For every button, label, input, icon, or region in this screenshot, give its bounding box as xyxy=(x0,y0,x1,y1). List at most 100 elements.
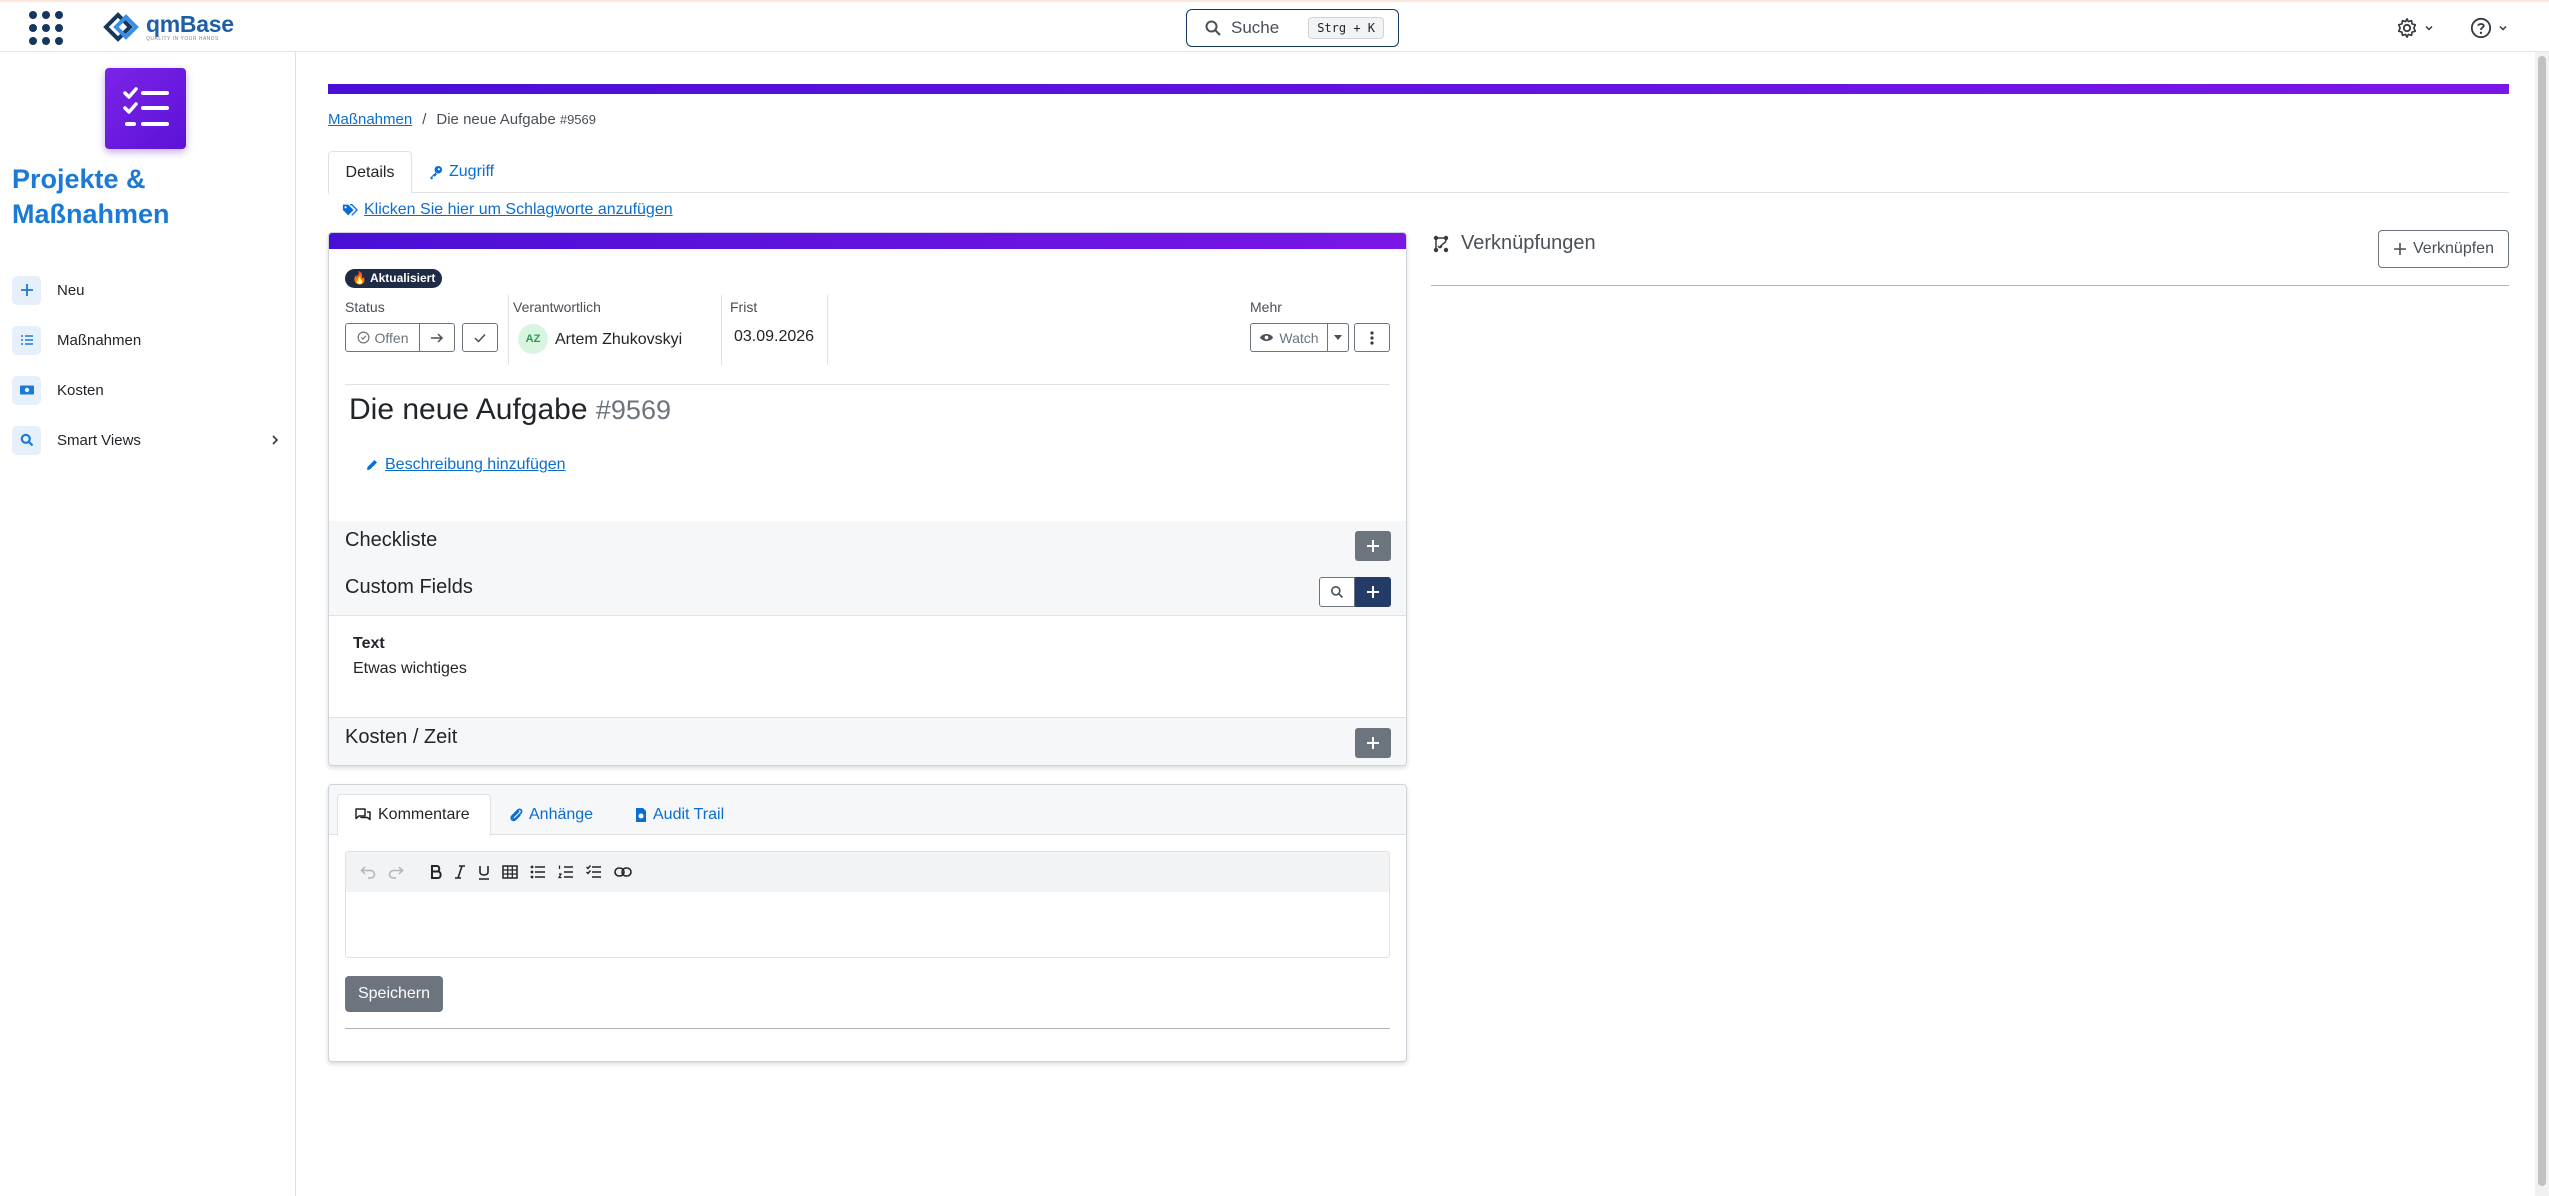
search-custom-fields-button[interactable] xyxy=(1319,577,1355,607)
sidebar-item-smart-views[interactable]: Smart Views xyxy=(12,423,284,457)
search-icon xyxy=(1331,586,1344,599)
checklist-icon[interactable] xyxy=(586,865,602,879)
sidebar-item-new[interactable]: Neu xyxy=(12,273,284,307)
owner-name[interactable]: Artem Zhukovskyi xyxy=(555,331,682,349)
status-complete-button[interactable] xyxy=(462,323,498,352)
bullet-list-icon[interactable] xyxy=(530,865,546,879)
plus-icon xyxy=(1367,737,1379,749)
help-icon xyxy=(2470,17,2492,39)
custom-fields-title: Custom Fields xyxy=(345,576,473,598)
list-icon xyxy=(12,325,41,355)
divider xyxy=(345,1028,1390,1029)
sidebar-item-label: Maßnahmen xyxy=(57,331,142,349)
due-label: Frist xyxy=(730,299,758,315)
paperclip-icon xyxy=(510,808,523,821)
check-circle-icon xyxy=(357,331,369,344)
sidebar-item-costs[interactable]: Kosten xyxy=(12,373,284,407)
global-search-button[interactable]: Suche Strg + K xyxy=(1186,9,1399,47)
checklist-section: Checkliste xyxy=(329,521,1406,568)
header-accent-bar xyxy=(328,84,2509,94)
numbered-list-icon[interactable] xyxy=(558,865,574,879)
plus-icon xyxy=(1367,540,1379,552)
costs-time-section: Kosten / Zeit xyxy=(329,717,1406,765)
add-description-link[interactable]: Beschreibung hinzufügen xyxy=(365,456,566,474)
more-label: Mehr xyxy=(1250,299,1282,315)
table-icon[interactable] xyxy=(502,865,518,879)
due-date[interactable]: 03.09.2026 xyxy=(734,328,814,346)
breadcrumb-current-title: Die neue Aufgabe xyxy=(436,111,556,128)
watch-dropdown[interactable] xyxy=(1327,323,1349,352)
custom-field-value[interactable]: Etwas wichtiges xyxy=(353,660,467,678)
add-tags-link-text[interactable]: Klicken Sie hier um Schlagworte anzufüge… xyxy=(364,201,673,219)
watch-button[interactable]: Watch xyxy=(1250,323,1328,352)
add-checklist-item-button[interactable] xyxy=(1355,531,1391,561)
help-menu[interactable] xyxy=(2470,14,2508,42)
task-number: #9569 xyxy=(595,395,671,425)
save-comment-button[interactable]: Speichern xyxy=(345,976,443,1012)
task-title[interactable]: Die neue Aufgabe #9569 xyxy=(349,393,671,427)
scrollbar-thumb[interactable] xyxy=(2538,56,2546,1186)
breadcrumb-current-number: #9569 xyxy=(559,112,596,127)
add-link-button[interactable]: Verknüpfen xyxy=(2378,230,2509,268)
tab-audit-trail[interactable]: Audit Trail xyxy=(635,794,724,835)
module-title: Projekte & Maßnahmen xyxy=(12,164,170,229)
check-icon xyxy=(474,333,486,343)
undo-icon[interactable] xyxy=(360,865,376,879)
app-logo[interactable]: qmBase QUALITY IN YOUR HANDS xyxy=(98,10,234,44)
app-grid-icon[interactable] xyxy=(28,11,64,45)
money-icon xyxy=(12,375,41,405)
plus-icon xyxy=(1367,586,1379,598)
field-divider xyxy=(827,295,828,365)
settings-menu[interactable] xyxy=(2396,14,2434,42)
status-label: Status xyxy=(345,299,385,315)
status-value: Offen xyxy=(374,329,409,346)
tab-comments[interactable]: Kommentare xyxy=(337,794,491,836)
status-next-button[interactable] xyxy=(419,323,455,352)
add-tags-link[interactable]: Klicken Sie hier um Schlagworte anzufüge… xyxy=(342,201,673,219)
top-bar: qmBase QUALITY IN YOUR HANDS Suche Strg … xyxy=(0,0,2549,52)
tab-access[interactable]: Zugriff xyxy=(428,151,494,193)
checklist-title: Checkliste xyxy=(345,529,438,551)
tab-attachments[interactable]: Anhänge xyxy=(509,794,593,835)
search-shortcut: Strg + K xyxy=(1308,17,1384,39)
comment-editor[interactable] xyxy=(345,851,1390,958)
breadcrumb-separator: / xyxy=(422,111,427,128)
status-dropdown[interactable]: Offen xyxy=(345,323,420,352)
underline-icon[interactable] xyxy=(478,865,490,880)
activity-tabs: Kommentare Anhänge Audit Trail xyxy=(329,785,1406,836)
arrow-right-icon xyxy=(431,332,444,343)
link-icon[interactable] xyxy=(614,866,632,878)
activity-card: Kommentare Anhänge Audit Trail Speichern xyxy=(328,784,1407,1062)
kebab-menu-icon xyxy=(1370,330,1374,345)
add-custom-field-button[interactable] xyxy=(1355,577,1391,607)
bold-icon[interactable] xyxy=(430,865,442,879)
redo-icon[interactable] xyxy=(388,865,404,879)
italic-icon[interactable] xyxy=(454,865,466,879)
status-badge: 🔥 Aktualisiert xyxy=(345,269,443,288)
costs-time-title: Kosten / Zeit xyxy=(345,726,458,748)
more-options-button[interactable] xyxy=(1354,323,1390,352)
app-module-icon xyxy=(105,68,186,149)
breadcrumb-parent-link[interactable]: Maßnahmen xyxy=(328,111,412,128)
watch-label: Watch xyxy=(1279,329,1319,346)
tab-details-label: Details xyxy=(345,163,395,181)
add-cost-button[interactable] xyxy=(1355,728,1391,758)
relations-icon xyxy=(1433,235,1449,252)
add-description-text[interactable]: Beschreibung hinzufügen xyxy=(385,456,566,474)
sidebar-item-measures[interactable]: Maßnahmen xyxy=(12,323,284,357)
comments-icon xyxy=(355,808,371,821)
tab-comments-label: Kommentare xyxy=(378,806,470,823)
chevron-down-icon xyxy=(2425,25,2433,31)
sidebar-item-label: Neu xyxy=(57,281,85,299)
status-badge-text: Aktualisiert xyxy=(369,271,436,285)
page-scrollbar[interactable] xyxy=(2535,52,2549,1196)
plus-icon xyxy=(2394,243,2407,255)
fire-icon: 🔥 xyxy=(352,271,367,285)
sidebar: Projekte & Maßnahmen Neu Maßnahmen Koste… xyxy=(0,52,296,1196)
tab-details[interactable]: Details xyxy=(328,151,412,194)
breadcrumb-current: Die neue Aufgabe #9569 xyxy=(436,111,596,128)
task-card-accent xyxy=(329,233,1406,249)
search-icon xyxy=(1205,20,1221,36)
gear-icon xyxy=(2397,18,2417,38)
caret-down-icon xyxy=(1334,334,1342,340)
